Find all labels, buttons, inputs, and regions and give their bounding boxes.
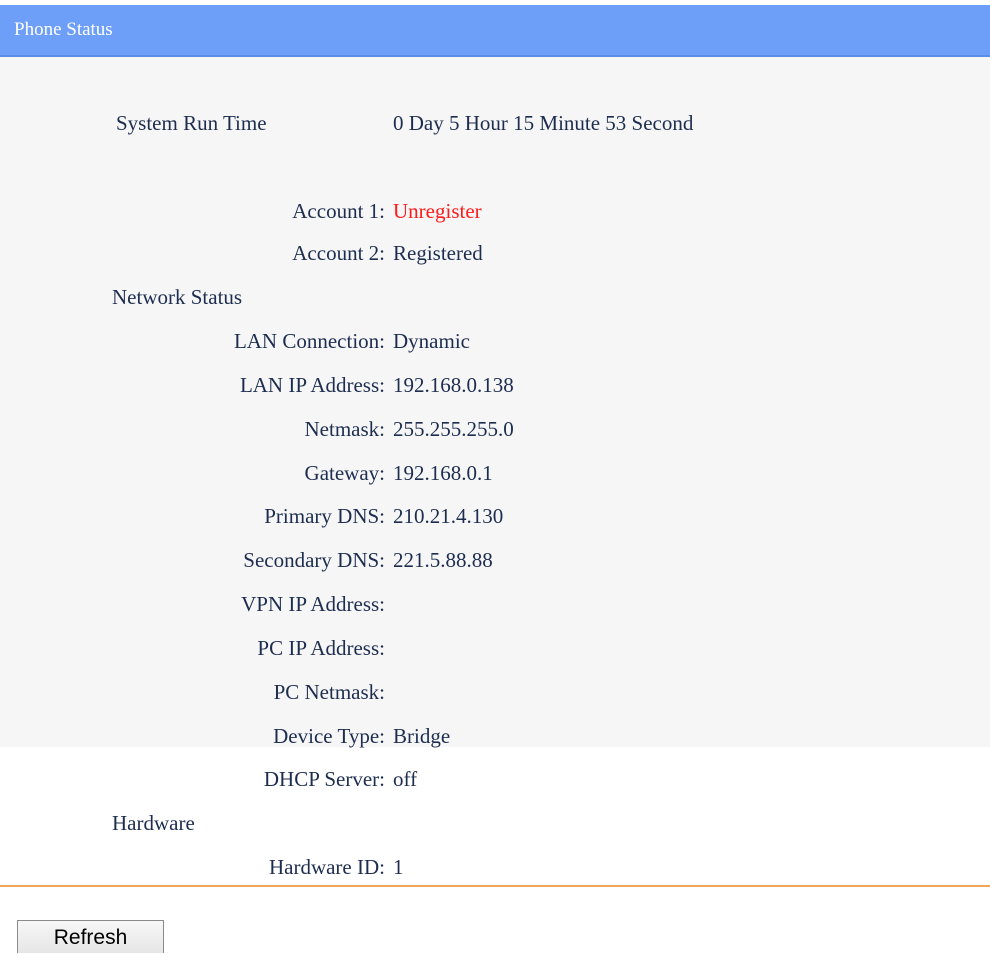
- pc-ip-address-label: PC IP Address:: [257, 636, 385, 660]
- lan-ip-address-value: 192.168.0.138: [393, 373, 514, 397]
- page-title: Phone Status: [14, 19, 113, 40]
- system-run-time-value: 0 Day 5 Hour 15 Minute 53 Second: [393, 111, 694, 135]
- lan-connection-label: LAN Connection:: [233, 329, 385, 353]
- primary-dns-value: 210.21.4.130: [393, 504, 504, 528]
- account-1-label: Account 1:: [292, 199, 385, 223]
- gateway-value: 192.168.0.1: [393, 461, 493, 485]
- device-type-value: Bridge: [393, 724, 451, 748]
- account-1-status: Unregister: [393, 199, 482, 223]
- device-type-label: Device Type:: [273, 724, 385, 748]
- network-status-heading: Network Status: [112, 285, 243, 309]
- vpn-ip-address-label: VPN IP Address:: [241, 592, 385, 616]
- refresh-button[interactable]: Refresh: [17, 920, 164, 953]
- status-panel: [0, 57, 990, 747]
- lan-ip-address-label: LAN IP Address:: [239, 373, 385, 397]
- account-2-label: Account 2:: [292, 241, 385, 265]
- footer-divider: [0, 885, 990, 887]
- netmask-label: Netmask:: [304, 417, 385, 441]
- secondary-dns-label: Secondary DNS:: [243, 548, 385, 572]
- secondary-dns-value: 221.5.88.88: [393, 548, 493, 572]
- gateway-label: Gateway:: [304, 461, 385, 485]
- page-header: Phone Status: [0, 5, 990, 57]
- dhcp-server-label: DHCP Server:: [263, 767, 385, 791]
- hardware-heading: Hardware: [112, 811, 195, 835]
- primary-dns-label: Primary DNS:: [264, 504, 385, 528]
- dhcp-server-value: off: [393, 767, 418, 791]
- hardware-id-value: 1: [393, 855, 404, 879]
- account-2-status: Registered: [393, 241, 483, 265]
- lan-connection-value: Dynamic: [393, 329, 470, 353]
- pc-netmask-label: PC Netmask:: [273, 680, 385, 704]
- netmask-value: 255.255.255.0: [393, 417, 514, 441]
- hardware-id-label: Hardware ID:: [268, 855, 385, 879]
- system-run-time-label: System Run Time: [116, 111, 267, 135]
